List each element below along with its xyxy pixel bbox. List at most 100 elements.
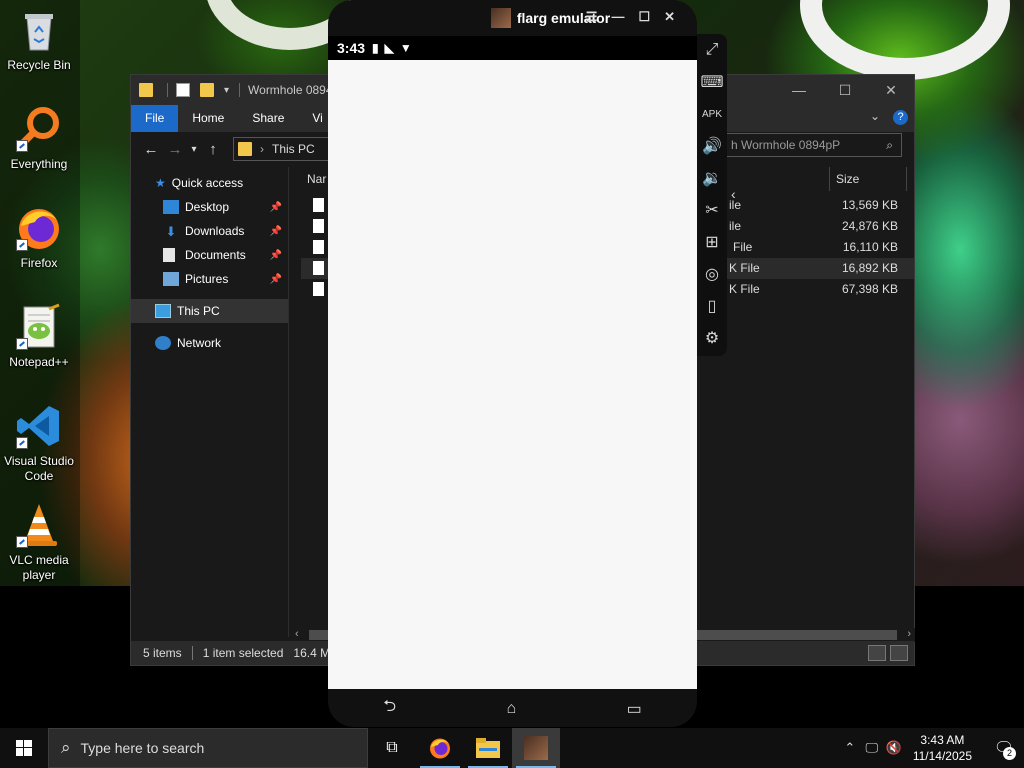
minimize-button[interactable]: — [776,75,822,105]
desktop-icon-vlc[interactable]: VLC media player [0,501,78,583]
keyboard-icon[interactable]: ⌨ [700,66,724,98]
task-view-button[interactable]: ⧉ [368,728,416,768]
nav-pictures[interactable]: Pictures 📌 [131,267,288,291]
nav-label: Desktop [185,200,230,214]
minimize-button[interactable]: — [611,9,624,25]
shortcut-arrow-icon [16,338,28,350]
nav-desktop[interactable]: Desktop 📌 [131,195,288,219]
file-type: K File [729,282,760,296]
show-hidden-icons-icon[interactable]: ⌃ [839,740,861,756]
properties-icon[interactable] [176,83,190,97]
file-icon [313,198,324,212]
recent-apps-button[interactable]: ▭ [627,699,642,719]
pin-icon: 📌 [269,225,282,237]
volume-up-icon[interactable]: 🔊 [700,130,724,162]
start-button[interactable] [0,728,48,768]
taskbar-firefox[interactable] [416,728,464,768]
desktop-icon-notepadpp[interactable]: Notepad++ [0,303,78,370]
network-icon [155,336,171,350]
taskbar-clock[interactable]: 3:43 AM 11/14/2025 [913,732,972,764]
up-button[interactable]: ↑ [201,141,225,158]
taskbar-search-input[interactable]: ⌕ Type here to search [48,728,368,768]
file-type: ile [729,219,742,233]
back-button[interactable]: ← [139,141,163,158]
star-icon: ★ [155,176,166,190]
desktop-icon-label: VLC media player [9,553,69,582]
fullscreen-icon[interactable]: ⤢ [700,34,724,66]
customize-quick-access-icon[interactable]: ▾ [224,85,229,96]
nav-label: Quick access [171,176,244,190]
location-icon[interactable]: ◎ [700,258,724,290]
column-header-name[interactable]: Nar [307,167,326,191]
emulator-screen[interactable] [328,60,697,689]
network-status-icon[interactable]: 🖵 [861,740,883,756]
nav-this-pc[interactable]: This PC [131,299,288,323]
screenshot-icon[interactable]: ✂ [700,194,724,226]
details-view-button[interactable] [868,645,886,661]
new-folder-icon[interactable] [200,83,214,97]
collapse-toolbar-icon[interactable]: ‹ [731,186,736,202]
desktop-icon [163,200,179,214]
file-explorer-icon [476,738,500,758]
desktop-icon-firefox[interactable]: Firefox [0,204,78,271]
file-type: File [733,240,753,254]
column-header-size[interactable]: Size [829,167,907,191]
tab-home[interactable]: Home [178,105,238,132]
nav-network[interactable]: Network [131,331,288,355]
home-button[interactable]: ⌂ [507,700,517,718]
maximize-button[interactable]: ☐ [638,9,650,25]
desktop-icon-everything[interactable]: Everything [0,105,78,172]
file-icon [313,240,324,254]
volume-down-icon[interactable]: 🔉 [700,162,724,194]
notepadpp-icon [15,303,63,351]
shake-icon[interactable]: ▯ [700,290,724,322]
taskbar-file-explorer[interactable] [464,728,512,768]
desktop-icon-vscode[interactable]: Visual Studio Code [0,402,78,484]
emulator-title-bar[interactable]: flarg emulator ☰ — ☐ ✕ [328,0,697,36]
tab-file[interactable]: File [131,105,179,132]
recent-locations-icon[interactable]: ▾ [187,144,201,155]
shortcut-arrow-icon [16,437,28,449]
wallpaper-ring [800,0,1010,80]
search-placeholder: Type here to search [80,740,205,756]
tab-share[interactable]: Share [238,105,298,132]
nav-downloads[interactable]: ⬇ Downloads 📌 [131,219,288,243]
volume-muted-icon[interactable]: 🔇 [883,740,905,756]
item-count: 5 items [143,646,182,660]
breadcrumb[interactable]: This PC [272,142,315,156]
expand-ribbon-icon[interactable]: ⌄ [870,109,880,123]
signal-icon: ◣ [384,41,394,55]
close-button[interactable]: ✕ [664,9,675,25]
add-file-icon[interactable]: ⊞ [700,226,724,258]
desktop-icon-recycle-bin[interactable]: Recycle Bin [0,6,78,73]
scroll-left-icon[interactable]: ‹ [295,628,299,640]
menu-icon[interactable]: ☰ [586,9,598,25]
taskbar: ⌕ Type here to search ⧉ ⌃ 🖵 🔇 3:43 AM 11… [0,728,1024,768]
android-nav-bar: ⮌ ⌂ ▭ [328,690,697,727]
maximize-button[interactable]: ☐ [822,75,868,105]
close-button[interactable]: ✕ [868,75,914,105]
nav-label: Documents [185,248,246,262]
chevron-right-icon: › [260,142,264,156]
scroll-right-icon[interactable]: › [907,628,911,640]
emulator-window[interactable]: flarg emulator ☰ — ☐ ✕ 3:43 ▮ ◣ ▼ ⮌ ⌂ ▭ [328,0,697,727]
file-size: 67,398 KB [841,282,898,296]
action-center-button[interactable]: 🗨 2 [984,728,1024,768]
large-icons-view-button[interactable] [890,645,908,661]
folder-icon [238,142,252,156]
shortcut-arrow-icon [16,140,28,152]
settings-icon[interactable]: ⚙ [700,322,724,354]
clock-date: 11/14/2025 [912,749,972,763]
pin-icon: 📌 [269,249,282,261]
back-button[interactable]: ⮌ [383,695,396,722]
help-icon[interactable]: ? [893,110,908,125]
firefox-icon [15,204,63,252]
vlc-icon [15,501,63,549]
nav-documents[interactable]: Documents 📌 [131,243,288,267]
clock-time: 3:43 AM [920,733,965,747]
nav-quick-access[interactable]: ★ Quick access [131,171,288,195]
forward-button[interactable]: → [163,141,187,158]
taskbar-flarg-emulator[interactable] [512,728,560,768]
install-apk-icon[interactable]: APK [700,98,724,130]
search-input[interactable]: h Wormhole 0894pP ⌕ [724,133,902,157]
